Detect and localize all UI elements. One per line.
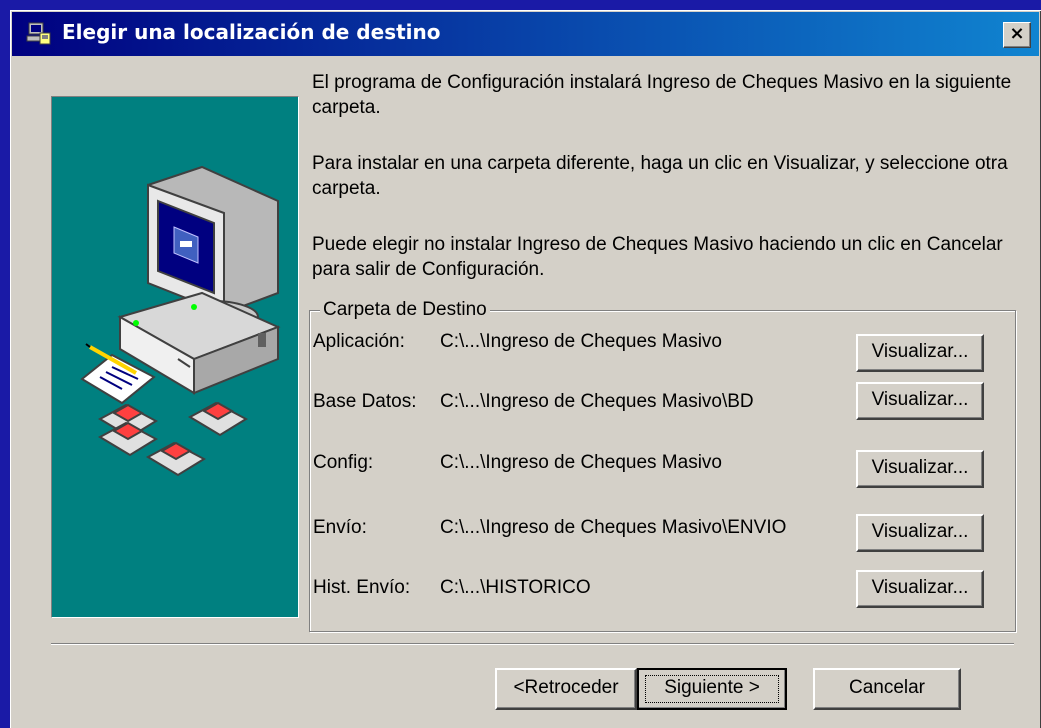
intro-paragraph-3: Puede elegir no instalar Ingreso de Cheq… [312, 234, 1003, 280]
close-button[interactable]: × [1003, 22, 1031, 48]
installer-app-icon [26, 22, 51, 45]
database-path: C:\...\Ingreso de Cheques Masivo\BD [440, 391, 754, 412]
computer-with-disks-icon [80, 165, 281, 477]
application-label: Aplicación: [313, 331, 405, 352]
cancel-button[interactable]: Cancelar [813, 668, 961, 710]
title-bar[interactable]: Elegir una localización de destino × [12, 12, 1039, 56]
destination-folder-legend: Carpeta de Destino [320, 298, 490, 322]
database-label: Base Datos: [313, 391, 417, 412]
button-separator [51, 643, 1014, 645]
intro-paragraph-1: El programa de Configuración instalará I… [312, 72, 1012, 118]
browse-database-button[interactable]: Visualizar... [856, 382, 984, 420]
config-path: C:\...\Ingreso de Cheques Masivo [440, 452, 722, 473]
next-button[interactable]: Siguiente > [637, 668, 787, 710]
browse-send-button[interactable]: Visualizar... [856, 514, 984, 552]
back-button[interactable]: <Retroceder [495, 668, 637, 710]
send-history-label: Hist. Envío: [313, 577, 411, 598]
focus-rectangle [645, 675, 779, 703]
send-label: Envío: [313, 517, 367, 538]
window-title: Elegir una localización de destino [62, 20, 441, 44]
browse-config-button[interactable]: Visualizar... [856, 450, 984, 488]
intro-paragraph-2: Para instalar en una carpeta diferente, … [312, 153, 1008, 199]
browse-send-history-button[interactable]: Visualizar... [856, 570, 984, 608]
setup-illustration [51, 96, 299, 618]
browse-application-button[interactable]: Visualizar... [856, 334, 984, 372]
application-path: C:\...\Ingreso de Cheques Masivo [440, 331, 722, 352]
send-path: C:\...\Ingreso de Cheques Masivo\ENVIO [440, 517, 787, 538]
send-history-path: C:\...\HISTORICO [440, 577, 591, 598]
setup-dialog: Elegir una localización de destino × El … [10, 10, 1041, 728]
config-label: Config: [313, 452, 374, 473]
